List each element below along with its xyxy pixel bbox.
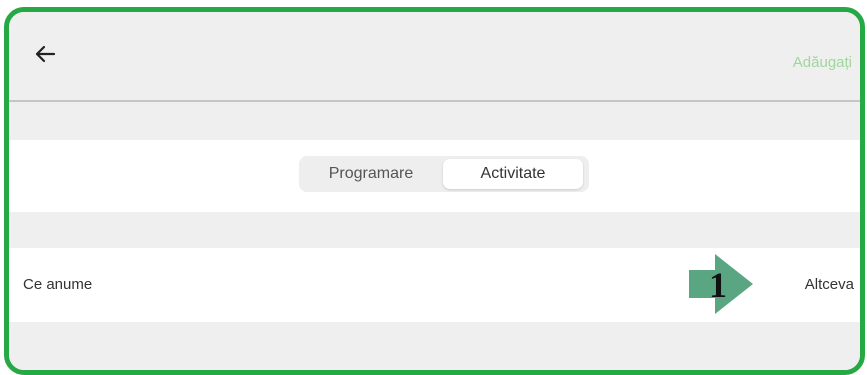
spacer-strip: [9, 102, 860, 140]
arrow-left-icon: [34, 45, 56, 68]
callout-number: 1: [709, 265, 727, 305]
top-bar: Adăugați: [9, 12, 860, 102]
row-value[interactable]: Altceva: [805, 276, 854, 293]
what-row[interactable]: Ce anume 1 Altceva: [9, 248, 860, 322]
add-button[interactable]: Adăugați: [793, 54, 852, 71]
segment-programare[interactable]: Programare: [299, 159, 443, 189]
row-label: Ce anume: [23, 276, 93, 293]
app-frame: Adăugați Programare Activitate Ce anume …: [4, 7, 865, 375]
spacer-strip: [9, 322, 860, 370]
spacer-strip: [9, 212, 860, 248]
segment-section: Programare Activitate: [9, 140, 860, 212]
step-callout-arrow: 1: [685, 252, 757, 316]
back-button[interactable]: [23, 34, 67, 78]
segmented-control: Programare Activitate: [299, 156, 589, 192]
segment-activitate[interactable]: Activitate: [443, 159, 583, 189]
